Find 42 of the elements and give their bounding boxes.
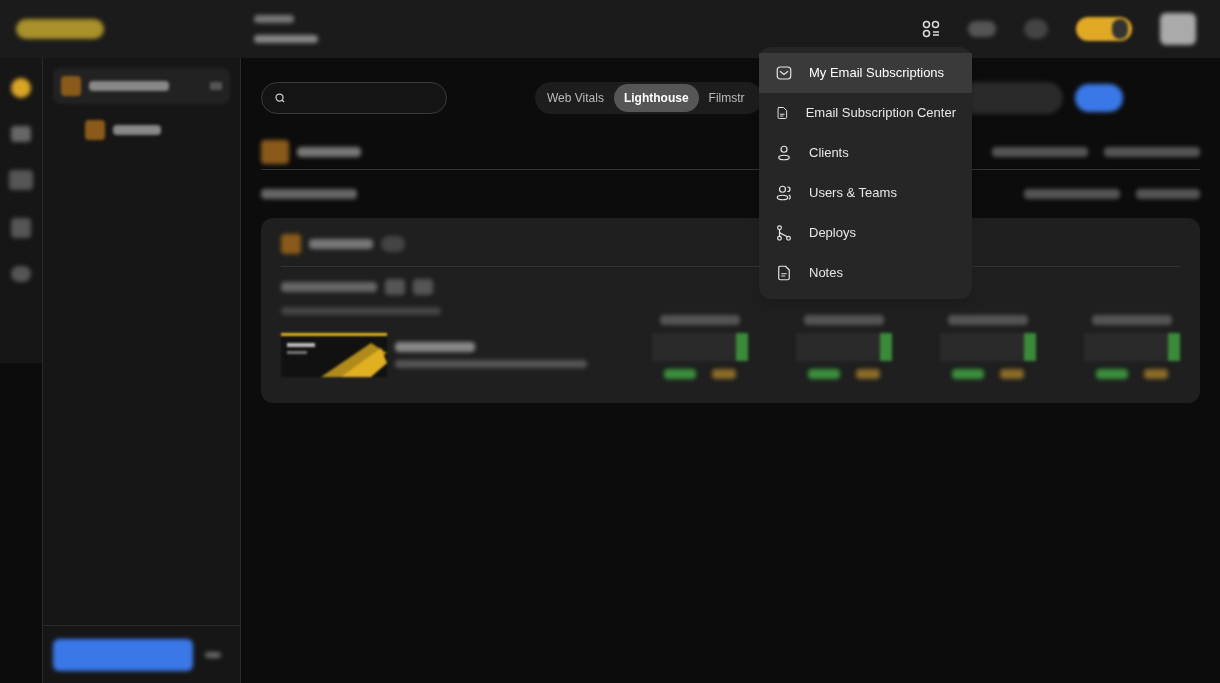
- tab[interactable]: Lighthouse: [613, 84, 699, 112]
- menu-item[interactable]: Users & Teams: [759, 173, 972, 213]
- workspace-selector: [254, 35, 318, 43]
- score-delta: [712, 369, 736, 379]
- search-icon: [274, 92, 286, 104]
- workspace-label: [254, 15, 294, 23]
- score-value: [664, 369, 696, 379]
- menu-item[interactable]: Deploys: [759, 213, 972, 253]
- users-icon: [775, 184, 793, 202]
- user-icon: [775, 144, 793, 162]
- site-logo: [281, 234, 301, 254]
- document-icon: [775, 104, 790, 122]
- tree-item[interactable]: [53, 68, 230, 104]
- menu-item-label: Users & Teams: [809, 184, 897, 203]
- menu-item[interactable]: Clients: [759, 133, 972, 173]
- menu-item-label: Email Subscription Center: [805, 104, 956, 123]
- avatar-icon: [1160, 13, 1196, 45]
- site-count: [381, 236, 405, 252]
- menu-item[interactable]: Notes: [759, 253, 972, 293]
- theme-toggle[interactable]: [1076, 17, 1132, 41]
- score-value: [1096, 369, 1128, 379]
- score-delta: [856, 369, 880, 379]
- branch-icon: [775, 224, 793, 242]
- client-name: [297, 146, 361, 157]
- menu-item[interactable]: Email Subscription Center: [759, 93, 972, 133]
- menu-item-label: Notes: [809, 264, 843, 283]
- score-value: [952, 369, 984, 379]
- menu-item-label: Deploys: [809, 224, 856, 243]
- menu-item-label: Clients: [809, 144, 849, 163]
- menu-item-label: My Email Subscriptions: [809, 64, 945, 83]
- apps-menu-icon[interactable]: [922, 20, 940, 38]
- score-delta: [1000, 369, 1024, 379]
- score-delta: [1144, 369, 1168, 379]
- tab[interactable]: Filmstr: [698, 84, 761, 112]
- score-value: [808, 369, 840, 379]
- search-field[interactable]: [261, 82, 447, 114]
- mail-icon: [775, 64, 793, 82]
- note-icon: [775, 264, 793, 282]
- site-name: [309, 239, 373, 249]
- menu-item[interactable]: My Email Subscriptions: [759, 53, 972, 93]
- tab[interactable]: Web Vitals: [537, 84, 614, 112]
- client-logo: [261, 139, 289, 164]
